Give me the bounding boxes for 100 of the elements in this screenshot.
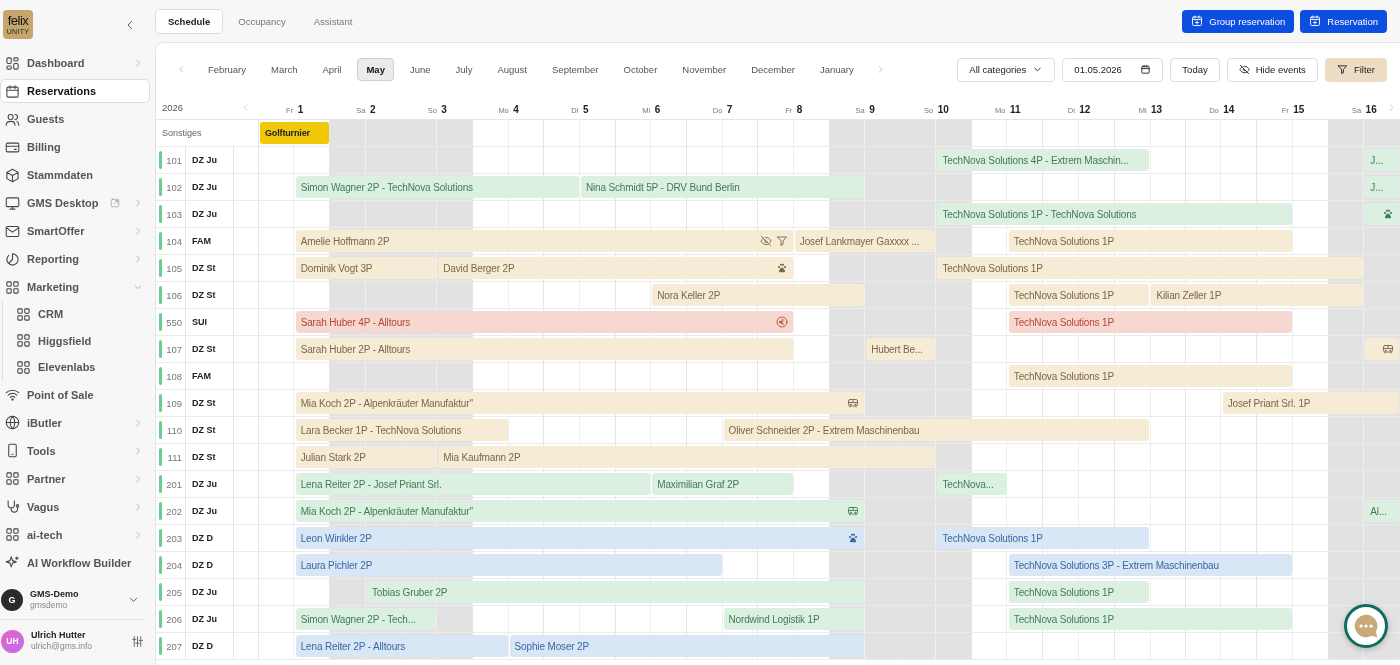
nav-item[interactable]: Point of Sale [0, 380, 150, 409]
month-tab[interactable]: April [313, 58, 351, 81]
booking-bar[interactable] [1365, 338, 1399, 360]
booking-bar[interactable]: Lena Reiter 2P - Alltours [295, 635, 508, 657]
event-bar[interactable]: Golfturnier [260, 122, 330, 144]
booking-bar[interactable]: Julian Stark 2P [295, 446, 437, 468]
booking-bar[interactable]: Simon Wagner 2P - Tech... [295, 608, 437, 630]
tab[interactable]: Schedule [155, 8, 224, 34]
booking-bar[interactable]: Maximilian Graf 2P [652, 473, 793, 495]
toolbar-button[interactable]: Hide events [1226, 57, 1318, 82]
booking-bar[interactable]: Lena Reiter 2P - Josef Priant Srl. [295, 473, 651, 495]
booking-bar[interactable]: Tobias Gruber 2P [366, 581, 865, 603]
nav-item[interactable]: Tools [0, 436, 150, 465]
new-reservation-button[interactable]: Group reservation [1182, 9, 1295, 33]
booking-bar[interactable]: Josef Lankmayer Gaxxxx ... [794, 230, 936, 252]
booking-bar[interactable]: Al... [1365, 500, 1399, 522]
grid-icon [5, 527, 20, 542]
booking-bar[interactable]: TechNova Solutions 3P - Extrem Maschinenbau [1008, 554, 1293, 576]
booking-bar[interactable]: Laura Pichler 2P [295, 554, 722, 576]
sliders-icon[interactable] [131, 634, 144, 648]
nav-item[interactable]: GMS Desktop [0, 189, 150, 217]
booking-bar[interactable]: TechNova Solutions 1P [1008, 284, 1150, 306]
tab[interactable]: Occupancy [225, 8, 299, 34]
nav-item[interactable]: Dashboard [0, 49, 150, 77]
nav-item[interactable]: ai-tech [0, 520, 150, 549]
booking-bar[interactable] [1365, 203, 1399, 225]
nav-item[interactable]: Vagus [0, 492, 150, 521]
room-number: 101 [162, 147, 186, 173]
booking-bar[interactable]: Nina Schmidt 5P - DRV Bund Berlin [580, 176, 865, 198]
booking-bar[interactable]: TechNova Solutions 1P [937, 257, 1364, 279]
calendar-plus-icon [1309, 15, 1322, 27]
booking-bar[interactable]: Oliver Schneider 2P - Extrem Maschinenbau [723, 419, 1150, 441]
booking-bar[interactable]: TechNova Solutions 1P [1008, 311, 1293, 333]
room-number: 110 [162, 417, 186, 443]
nav-item[interactable]: Partner [0, 464, 150, 493]
nav-item[interactable]: iButler [0, 408, 150, 437]
booking-bar[interactable]: Dominik Vogt 3P [295, 257, 437, 279]
booking-bar[interactable]: Leon Winkler 2P [295, 527, 865, 549]
nav-item[interactable]: Marketing [0, 273, 150, 301]
nav-subitem[interactable]: Higgsfield [11, 327, 150, 354]
booking-bar[interactable]: TechNova Solutions 1P [1008, 608, 1293, 630]
chevron-down-icon [1032, 64, 1044, 75]
booking-bar[interactable]: TechNova Solutions 4P - Extrem Maschin... [937, 149, 1150, 171]
booking-bar[interactable]: Sarah Huber 4P - Alltours [295, 311, 793, 333]
month-tab[interactable]: December [742, 58, 804, 81]
date-field[interactable]: 01.05.2026 [1062, 57, 1164, 82]
booking-bar[interactable]: Mia Kaufmann 2P [438, 446, 936, 468]
nav-item[interactable]: Reservations [0, 79, 150, 103]
calendar-plus-icon [1191, 15, 1204, 27]
month-tab[interactable]: September [543, 58, 608, 81]
booking-bar[interactable]: TechNova Solutions 1P [1008, 581, 1150, 603]
booking-bar[interactable]: Lara Becker 1P - TechNova Solutions [295, 419, 508, 441]
month-tab[interactable]: August [488, 58, 536, 81]
nav-item[interactable]: Stammdaten [0, 161, 150, 189]
room-category: DZ Ju [186, 201, 234, 227]
booking-bar[interactable]: J... [1365, 176, 1399, 198]
booking-bar[interactable]: Hubert Be... [866, 338, 936, 360]
nav-subitem[interactable]: Elevenlabs [11, 354, 150, 381]
nav-subitem[interactable]: CRM [11, 301, 150, 328]
envelope-icon [5, 223, 20, 239]
booking-bar[interactable]: Sophie Moser 2P [509, 635, 865, 657]
booking-bar[interactable]: Nora Keller 2P [652, 284, 865, 306]
status-strip [159, 556, 162, 574]
nav-item[interactable]: AI Workflow Builder [0, 548, 150, 577]
month-tab[interactable]: March [262, 58, 307, 81]
month-tab[interactable]: June [400, 58, 440, 81]
nav-item[interactable]: SmartOffer [0, 217, 150, 245]
room-category: DZ St [186, 255, 234, 281]
tab[interactable]: Assistant [300, 8, 366, 34]
booking-bar[interactable]: Amelie Hoffmann 2P [295, 230, 793, 252]
month-tab[interactable]: July [446, 58, 482, 81]
nav-item[interactable]: Guests [0, 105, 150, 133]
month-tab[interactable]: May [357, 58, 394, 81]
booking-bar[interactable]: TechNova Solutions 1P [1008, 365, 1293, 387]
booking-bar[interactable]: David Berger 2P [438, 257, 793, 279]
booking-bar[interactable]: Simon Wagner 2P - TechNova Solutions [295, 176, 579, 198]
booking-bar[interactable]: Josef Priant Srl. 1P [1222, 392, 1399, 414]
month-tab[interactable]: February [199, 58, 255, 81]
room-number: 205 [162, 579, 186, 605]
booking-bar[interactable]: Nordwind Logistik 1P [723, 608, 865, 630]
month-tab[interactable]: November [673, 58, 736, 81]
booking-bar[interactable]: Kilian Zeller 1P [1151, 284, 1364, 306]
booking-bar[interactable]: TechNova Solutions 1P [937, 527, 1150, 549]
category-dropdown[interactable]: All categories [957, 57, 1056, 82]
booking-bar[interactable]: TechNova... [937, 473, 1007, 495]
status-strip [159, 313, 162, 331]
booking-bar[interactable]: Mia Koch 2P - Alpenkräuter Manufaktur" [295, 392, 865, 414]
toolbar-button[interactable]: Filter [1324, 57, 1387, 82]
new-reservation-button[interactable]: Reservation [1300, 9, 1387, 33]
month-tab[interactable]: October [614, 58, 667, 81]
booking-bar[interactable]: TechNova Solutions 1P [1008, 230, 1293, 252]
booking-bar[interactable]: J... [1365, 149, 1399, 171]
workspace-switcher[interactable]: G GMS-Demo gmsdemo [0, 576, 145, 620]
booking-bar[interactable]: Mia Koch 2P - Alpenkräuter Manufaktur" [295, 500, 865, 522]
nav-item[interactable]: Reporting [0, 245, 150, 273]
month-tab[interactable]: January [810, 58, 863, 81]
toolbar-button[interactable]: Today [1170, 57, 1220, 82]
booking-bar[interactable]: TechNova Solutions 1P - TechNova Solutions [937, 203, 1293, 225]
nav-item[interactable]: Billing [0, 133, 150, 161]
booking-bar[interactable]: Sarah Huber 2P - Alltours [295, 338, 793, 360]
